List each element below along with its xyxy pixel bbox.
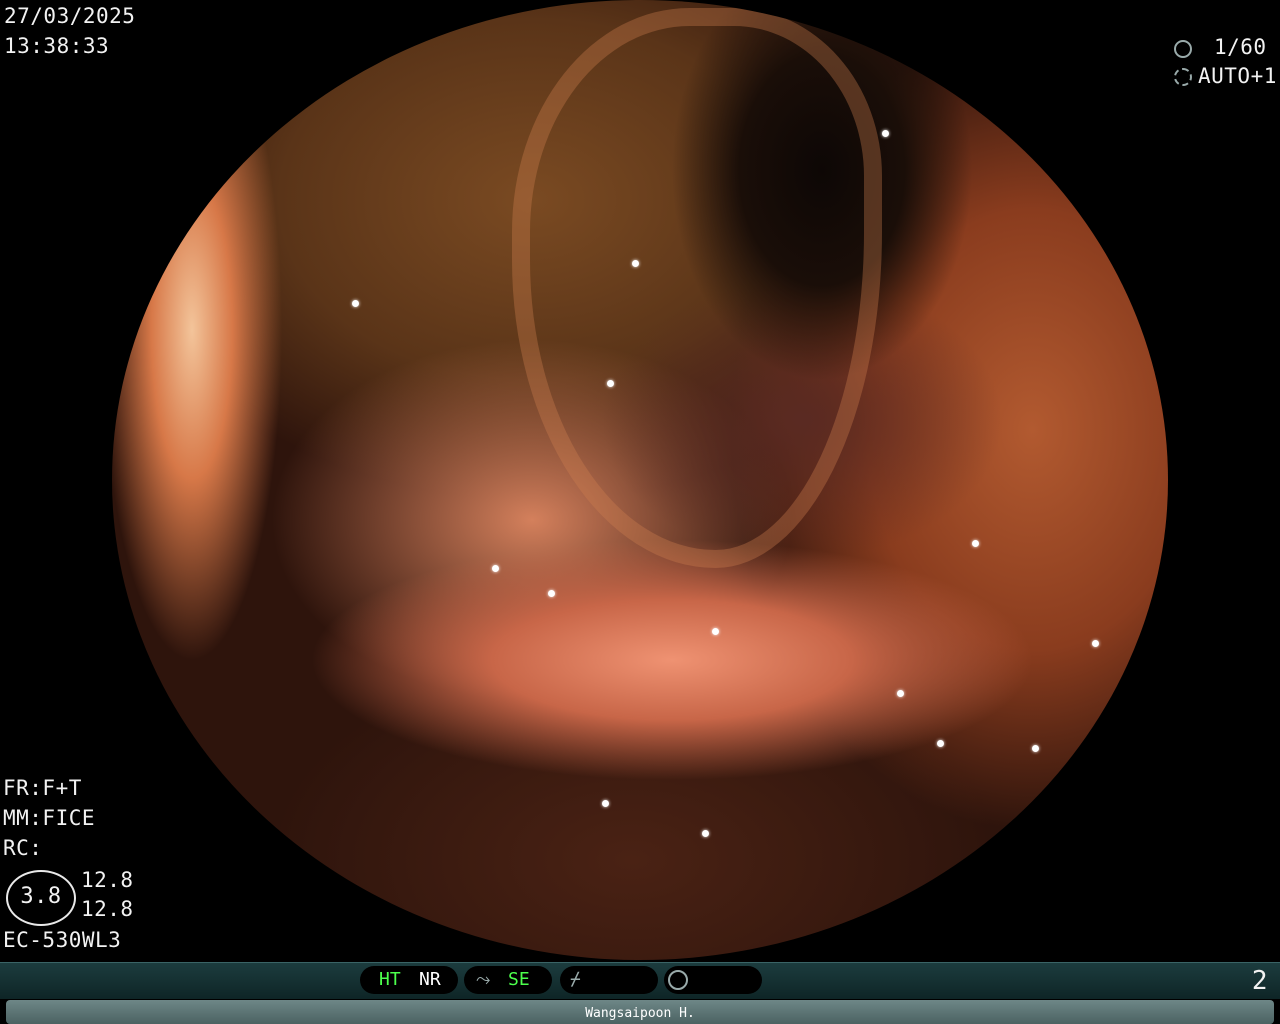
exposure-mode: AUTO+1 <box>1198 64 1277 88</box>
aperture-icon <box>1174 40 1192 58</box>
fr-setting: FR:F+T <box>3 776 82 800</box>
se-indicator: SE <box>508 969 530 990</box>
nr-indicator: NR <box>419 969 441 990</box>
color-pill <box>664 966 762 994</box>
edge-icon: ⌿ <box>570 969 581 990</box>
value-bottom: 12.8 <box>81 897 134 921</box>
ring-value-badge: 3.8 <box>6 870 76 926</box>
rc-setting: RC: <box>3 836 43 860</box>
tone-curve-icon: ⤳ <box>476 969 491 990</box>
mm-setting: MM:FICE <box>3 806 96 830</box>
date-label: 27/03/2025 <box>4 4 136 28</box>
time-label: 13:38:33 <box>4 34 110 58</box>
edge-pill: ⌿ <box>560 966 658 994</box>
page-number: 2 <box>1251 966 1268 996</box>
ht-indicator: HT <box>379 969 401 990</box>
scope-model: EC-530WL3 <box>3 928 122 952</box>
ring-value: 3.8 <box>20 884 62 909</box>
se-pill: ⤳ SE <box>464 966 552 994</box>
endoscope-view <box>112 0 1168 960</box>
shutter-speed: 1/60 <box>1214 35 1267 59</box>
patient-name: Wangsaipoon H. <box>585 1006 695 1021</box>
mucosal-fold <box>512 8 882 568</box>
value-top: 12.8 <box>81 868 134 892</box>
ht-nr-pill: HT NR <box>360 966 458 994</box>
iris-icon <box>1174 68 1192 86</box>
color-mode-icon <box>668 970 688 990</box>
